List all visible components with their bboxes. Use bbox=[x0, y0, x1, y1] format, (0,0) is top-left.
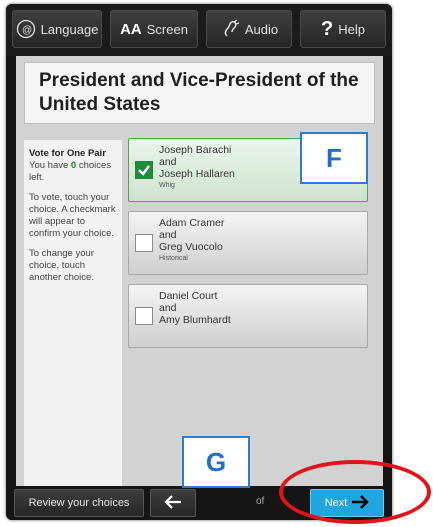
candidate-choice-3[interactable]: Daniel Court and Amy Blumhardt bbox=[128, 284, 368, 348]
president-name: Joseph Barachi bbox=[159, 144, 232, 156]
audio-button[interactable]: Audio bbox=[206, 10, 292, 48]
empty-checkbox bbox=[135, 307, 153, 325]
page-indicator: of bbox=[256, 496, 265, 507]
candidate-names: Adam Cramer and Greg Vuocolo Historical bbox=[159, 217, 224, 265]
ballot-content: President and Vice-President of the Unit… bbox=[16, 56, 383, 486]
language-icon: @ bbox=[16, 19, 36, 39]
party-label: Historical bbox=[159, 255, 188, 262]
audio-icon bbox=[220, 19, 240, 39]
help-label: Help bbox=[338, 21, 365, 37]
conjunction: and bbox=[159, 302, 177, 314]
checkmark-checkbox bbox=[135, 161, 153, 179]
conjunction: and bbox=[159, 156, 177, 168]
candidate-choice-2[interactable]: Adam Cramer and Greg Vuocolo Historical bbox=[128, 211, 368, 275]
language-label: Language bbox=[40, 21, 99, 37]
candidate-names: Daniel Court and Amy Blumhardt bbox=[159, 290, 231, 326]
help-button[interactable]: ? Help bbox=[300, 10, 386, 48]
conjunction: and bbox=[159, 229, 177, 241]
president-name: Adam Cramer bbox=[159, 217, 225, 229]
contest-title: President and Vice-President of the Unit… bbox=[24, 62, 375, 124]
accessibility-toolbar: @ Language AA Screen Audio ? Help bbox=[6, 4, 392, 56]
review-choices-button[interactable]: Review your choices bbox=[14, 489, 144, 517]
choices-left-text: You have 0 choices left. bbox=[29, 160, 112, 183]
vice-president-name: Greg Vuocolo bbox=[159, 241, 223, 253]
text-size-icon: AA bbox=[120, 20, 142, 38]
help-icon: ? bbox=[321, 17, 334, 40]
how-to-vote-text: To vote, touch your choice. A checkmark … bbox=[29, 192, 116, 239]
screen-label: Screen bbox=[146, 21, 188, 37]
checkmark-icon bbox=[138, 165, 150, 176]
arrow-left-icon bbox=[164, 493, 182, 514]
president-name: Daniel Court bbox=[159, 290, 218, 302]
vice-president-name: Amy Blumhardt bbox=[159, 314, 231, 326]
how-to-change-text: To change your choice, touch another cho… bbox=[29, 248, 94, 283]
party-label: Whig bbox=[159, 182, 175, 189]
annotation-tag-f: F bbox=[300, 132, 368, 184]
candidate-names: Joseph Barachi and Joseph Hallaren Whig bbox=[159, 144, 235, 192]
empty-checkbox bbox=[135, 234, 153, 252]
back-button[interactable] bbox=[150, 489, 196, 517]
svg-text:@: @ bbox=[22, 25, 32, 36]
vote-for-heading: Vote for One Pair bbox=[29, 148, 106, 159]
vice-president-name: Joseph Hallaren bbox=[159, 168, 235, 180]
language-button[interactable]: @ Language bbox=[12, 10, 102, 48]
instructions-panel: Vote for One Pair You have 0 choices lef… bbox=[24, 140, 122, 486]
choices-left-count: 0 bbox=[70, 160, 77, 171]
annotation-tag-g: G bbox=[182, 436, 250, 488]
next-highlight-circle bbox=[279, 460, 431, 524]
screen-button[interactable]: AA Screen bbox=[110, 10, 198, 48]
audio-label: Audio bbox=[244, 21, 279, 37]
